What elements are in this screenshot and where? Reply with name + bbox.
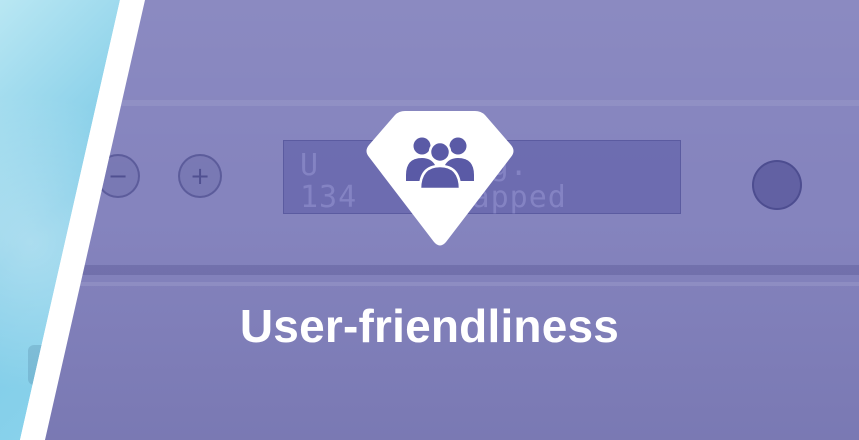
device-band-bottom [45,265,859,275]
feature-badge [361,105,519,250]
device-round-button [752,160,802,210]
device-plus-button: + [178,154,222,198]
device-band-edge [45,282,859,286]
feature-title-text: User-friendliness [239,300,620,352]
banner: − + U Prog.134 wrapped User-friendliness [0,0,859,440]
feature-title: User-friendliness [0,298,859,354]
diamond-badge-shape [366,111,514,246]
